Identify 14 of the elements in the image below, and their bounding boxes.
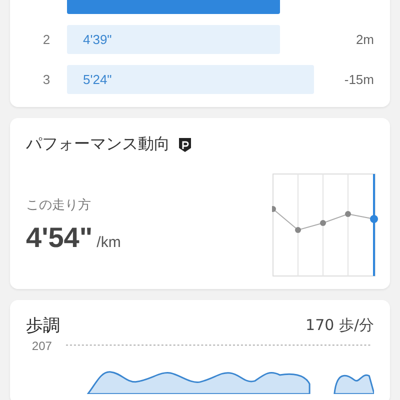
axis-label: 207 — [32, 339, 52, 353]
pace-label: この走り方 — [26, 197, 92, 214]
card-title: 歩調 — [26, 315, 60, 337]
elevation-text: -15m — [343, 72, 374, 87]
unit-text: /km — [96, 234, 121, 251]
row-number: 2 — [42, 32, 52, 47]
card-title: パフォーマンス動向 — [26, 134, 170, 155]
pace-bar[interactable]: 4'39" — [67, 25, 280, 54]
elevation-text: 2m — [354, 32, 374, 47]
row-number: 3 — [42, 72, 52, 87]
badge-icon — [178, 136, 192, 152]
pace-value: 4'54" — [26, 222, 93, 254]
cadence-value: 170 歩/分 — [306, 316, 374, 335]
pace-bar[interactable]: 5'24" — [67, 65, 314, 94]
